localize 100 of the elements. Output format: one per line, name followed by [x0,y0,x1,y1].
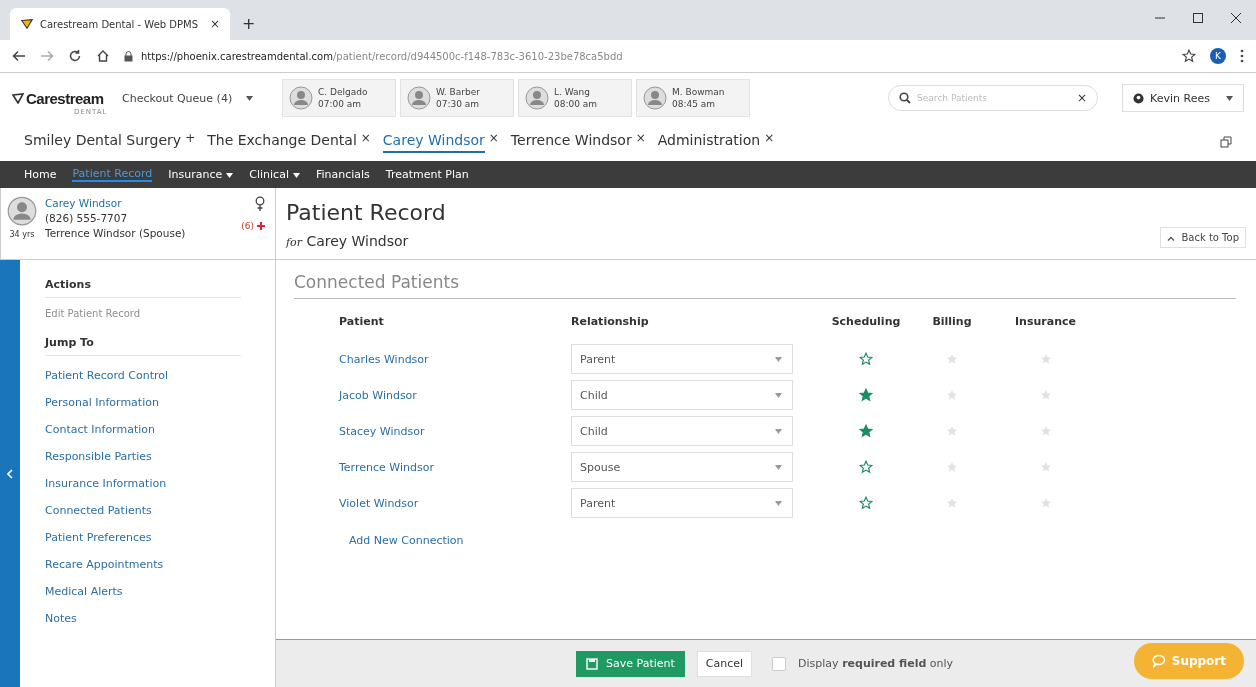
bookmark-star-icon[interactable] [1182,49,1196,63]
relationship-dropdown[interactable]: Parent [571,344,793,374]
tab-action-button[interactable]: × [764,131,775,144]
jump-link[interactable]: Notes [45,605,251,632]
checkout-queue-dropdown[interactable]: Checkout Queue (4) [122,91,272,105]
menu-heading: Jump To [45,328,241,356]
restore-windows-icon[interactable] [1220,136,1232,148]
column-header: Insurance [1014,315,1077,330]
search-icon [899,92,912,104]
medical-alerts-count[interactable]: (6) [241,221,254,231]
nav-item[interactable]: Clinical [249,168,300,181]
patient-age: 34 yrs [9,230,35,239]
nav-item[interactable]: Home [24,168,57,181]
nav-item[interactable]: Treatment Plan [385,168,469,181]
relationship-dropdown[interactable]: Child [571,416,793,446]
insurance-star-icon[interactable] [1039,389,1052,401]
patient-name-link[interactable]: Carey Windsor [45,196,236,211]
appointment-card[interactable]: L. Wang 08:00 am [518,79,632,117]
patient-link[interactable]: Charles Windsor [339,352,571,366]
relationship-dropdown[interactable]: Spouse [571,452,793,482]
cancel-button[interactable]: Cancel [696,650,753,677]
save-patient-button[interactable]: Save Patient [576,650,685,677]
patient-link[interactable]: Violet Windsor [339,496,571,510]
tab-action-button[interactable]: × [360,131,371,144]
appointment-card[interactable]: C. Delgado 07:00 am [282,79,396,117]
patient-link[interactable]: Jacob Windsor [339,388,571,402]
back-icon[interactable] [12,49,26,63]
close-icon[interactable] [1230,12,1242,24]
add-connection-link[interactable]: Add New Connection [349,534,464,547]
billing-star-icon[interactable] [946,461,958,473]
record-tab[interactable]: Terrence Windsor [510,131,632,153]
column-header: Patient [339,315,385,330]
new-tab-button[interactable]: + [242,14,256,33]
clear-search-button[interactable]: × [1077,91,1088,105]
billing-star-icon[interactable] [946,497,958,509]
appointment-name: C. Delgado [318,86,368,98]
appointment-card[interactable]: W. Barber 07:30 am [400,79,514,117]
patient-avatar-icon [7,196,37,226]
patient-link[interactable]: Stacey Windsor [339,424,571,438]
required-only-label: Display required field only [798,657,954,670]
nav-item[interactable]: Patient Record [72,167,153,182]
insurance-star-icon[interactable] [1039,353,1052,365]
chevron-up-icon [1167,236,1176,241]
appointment-time: 08:00 am [554,98,598,110]
tab-action-button[interactable]: × [488,131,499,144]
scheduling-star-icon[interactable] [859,424,873,438]
maximize-icon[interactable] [1192,12,1204,24]
column-header: Billing [931,315,973,330]
record-tab[interactable]: The Exchange Dental [207,131,357,153]
medical-cross-icon [257,222,265,230]
jump-link[interactable]: Connected Patients [45,497,251,524]
jump-link[interactable]: Patient Record Control [45,362,251,389]
logo-mark-icon [12,92,24,104]
jump-link[interactable]: Personal Information [45,389,251,416]
scheduling-star-icon[interactable] [859,388,873,402]
billing-star-icon[interactable] [946,425,958,437]
billing-star-icon[interactable] [946,353,958,365]
tab-action-button[interactable]: + [185,131,196,144]
checkbox[interactable] [772,656,787,671]
record-tab[interactable]: Administration [657,131,761,153]
jump-link[interactable]: Recare Appointments [45,551,251,578]
caret-icon [775,392,782,398]
scheduling-star-icon[interactable] [859,496,873,510]
scheduling-star-icon[interactable] [859,460,873,474]
jump-link[interactable]: Insurance Information [45,470,251,497]
user-menu-button[interactable]: Kevin Rees [1122,84,1244,112]
billing-star-icon[interactable] [946,389,958,401]
jump-link[interactable]: Medical Alerts [45,578,251,605]
record-tab[interactable]: Carey Windsor [382,131,485,153]
appointment-time: 07:30 am [436,98,480,110]
relationship-dropdown[interactable]: Child [571,380,793,410]
record-tab[interactable]: Smiley Dental Surgery [24,131,182,153]
relationship-dropdown[interactable]: Parent [571,488,793,518]
close-tab-button[interactable]: × [209,17,220,31]
forward-icon[interactable] [40,49,54,63]
tab-action-button[interactable]: × [635,131,646,144]
profile-avatar[interactable]: K [1210,48,1226,64]
column-header: Scheduling [830,315,902,330]
jump-link[interactable]: Responsible Parties [45,443,251,470]
browser-tab-title[interactable]: Carestream Dental - Web DPMS [40,18,204,30]
insurance-star-icon[interactable] [1039,461,1052,473]
reload-icon[interactable] [68,49,82,63]
scheduling-star-icon[interactable] [859,352,873,366]
app-logo-icon [20,17,34,31]
appointment-card[interactable]: M. Bowman 08:45 am [636,79,750,117]
insurance-star-icon[interactable] [1039,425,1052,437]
url-text[interactable]: https://phoenix.carestreamdental.com/patient/record/d944500c-f148-783c-3610-23be78ca5bdd [141,50,623,62]
caret-icon [245,96,253,101]
nav-item[interactable]: Insurance [168,168,234,181]
insurance-star-icon[interactable] [1039,497,1052,509]
more-icon[interactable] [1240,49,1244,63]
lock-icon [124,50,133,62]
patient-link[interactable]: Terrence Windsor [339,460,571,474]
appointment-name: W. Barber [436,86,480,98]
jump-link[interactable]: Patient Preferences [45,524,251,551]
home-icon[interactable] [96,49,110,63]
nav-item[interactable]: Financials [315,168,370,181]
jump-link[interactable]: Contact Information [45,416,251,443]
back-to-top-button[interactable]: Back to Top [1160,227,1246,248]
appointment-name: L. Wang [554,86,591,98]
